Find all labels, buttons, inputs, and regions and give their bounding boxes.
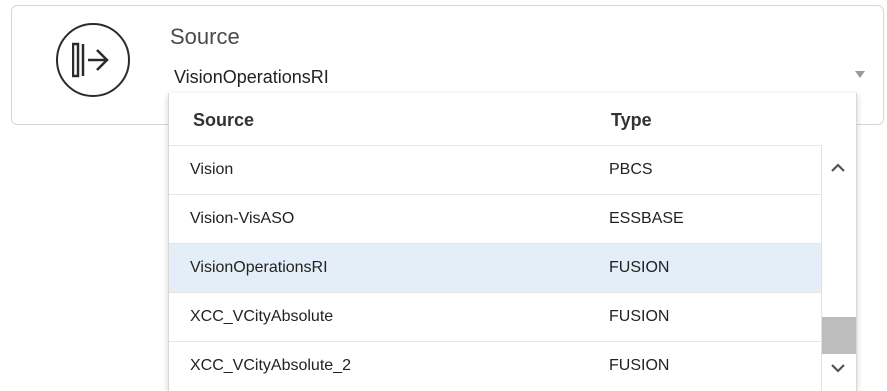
dropdown-header: Source Type [169, 93, 856, 145]
column-header-source: Source [193, 110, 255, 130]
list-item[interactable]: XCC_VCityAbsolute FUSION [169, 292, 821, 341]
chevron-up-icon[interactable] [829, 159, 847, 177]
dropdown-scrollbar[interactable] [821, 145, 856, 391]
column-header-type: Type [611, 110, 652, 130]
source-arrow-icon [56, 23, 130, 97]
row-source: XCC_VCityAbsolute [190, 308, 334, 325]
source-input[interactable] [174, 65, 864, 89]
scrollbar-track[interactable] [821, 145, 856, 391]
row-source: XCC_VCityAbsolute_2 [190, 357, 351, 374]
row-source: Vision [190, 161, 234, 178]
row-type: ESSBASE [609, 210, 684, 227]
row-type: FUSION [609, 357, 670, 374]
row-type: FUSION [609, 259, 670, 276]
row-type: PBCS [609, 161, 653, 178]
list-item[interactable]: Vision-VisASO ESSBASE [169, 194, 821, 243]
chevron-down-icon[interactable] [829, 359, 847, 377]
scrollbar-thumb[interactable] [822, 317, 856, 354]
list-item[interactable]: XCC_VCityAbsolute_2 FUSION [169, 341, 821, 390]
list-item[interactable]: VisionOperationsRI FUSION [169, 243, 821, 292]
row-type: FUSION [609, 308, 670, 325]
row-source: Vision-VisASO [190, 210, 295, 227]
source-dropdown-list: Source Type Vision PBCS Vision-VisASO ES… [168, 93, 857, 391]
list-item[interactable]: Vision PBCS [169, 145, 821, 194]
dropdown-caret-icon[interactable] [855, 71, 865, 78]
dropdown-rows: Vision PBCS Vision-VisASO ESSBASE Vision… [169, 145, 821, 390]
source-field-label: Source [170, 24, 240, 49]
row-source: VisionOperationsRI [190, 259, 328, 276]
